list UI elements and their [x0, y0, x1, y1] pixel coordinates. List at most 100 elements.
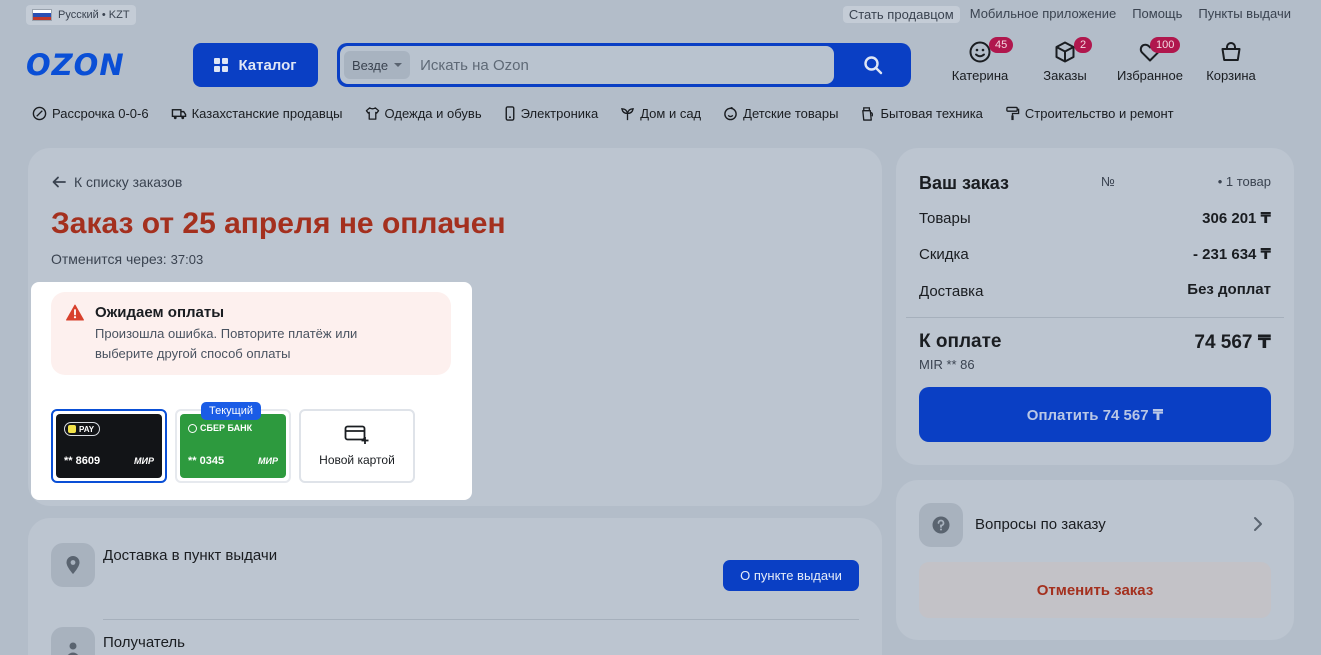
cart-label: Корзина — [1206, 68, 1256, 83]
flag-icon — [32, 9, 52, 21]
payment-card-sber[interactable]: СБЕР БАНК ** 0345 МИР — [175, 409, 291, 483]
pickup-point-button[interactable]: О пункте выдачи — [723, 560, 859, 591]
back-link-label: К списку заказов — [74, 174, 183, 190]
profile-label: Катерина — [951, 68, 1009, 83]
category-label: Детские товары — [743, 106, 839, 121]
summary-row-value: Без доплат — [1187, 281, 1271, 298]
kettle-icon — [862, 107, 874, 121]
favorites-badge: 100 — [1150, 37, 1181, 53]
summary-row-label: Доставка — [919, 283, 984, 300]
new-card-label: Новой картой — [319, 453, 395, 467]
category-appliances[interactable]: Бытовая техника — [860, 106, 983, 121]
profile-button[interactable]: 45 Катерина — [940, 37, 1020, 83]
question-icon — [919, 503, 963, 547]
mir-logo: МИР — [134, 456, 154, 466]
user-icon — [51, 627, 95, 655]
mir-logo: МИР — [258, 456, 278, 466]
category-kids[interactable]: Детские товары — [723, 106, 838, 121]
summary-row-label: Товары — [919, 210, 971, 227]
truck-icon — [171, 109, 186, 120]
category-label: Бытовая техника — [880, 106, 983, 121]
smile-icon — [724, 107, 737, 121]
category-construction[interactable]: Строительство и ремонт — [1005, 106, 1174, 121]
search-icon — [864, 56, 883, 75]
divider — [103, 619, 859, 620]
payment-card-ozon-pay[interactable]: PAY ** 8609 МИР — [51, 409, 167, 483]
language-label: Русский • KZT — [58, 9, 130, 21]
shirt-icon — [365, 107, 379, 120]
ozon-pay-logo: PAY — [64, 422, 101, 436]
cancel-order-button[interactable]: Отменить заказ — [919, 562, 1271, 618]
search-input[interactable] — [420, 56, 801, 74]
chevron-down-icon — [394, 63, 403, 67]
category-home-garden[interactable]: Дом и сад — [620, 106, 701, 121]
ozon-logo[interactable]: OZON — [26, 48, 125, 82]
category-clothes[interactable]: Одежда и обувь — [365, 106, 482, 121]
search-scope-dropdown[interactable]: Везде — [344, 51, 411, 79]
category-label: Казахстанские продавцы — [191, 106, 343, 121]
search-scope-label: Везде — [352, 57, 389, 73]
card-number: ** 0345 — [188, 455, 225, 467]
chevron-right-icon — [1254, 517, 1262, 531]
page-title: Заказ от 25 апреля не оплачен — [51, 207, 506, 240]
summary-row-label: Скидка — [919, 246, 969, 263]
cart-icon — [1221, 42, 1241, 61]
sber-logo: СБЕР БАНК — [188, 423, 252, 433]
payment-method: MIR ** 86 — [919, 357, 975, 372]
mobile-app-link[interactable]: Мобильное приложение — [970, 6, 1116, 23]
grid-icon — [214, 58, 229, 72]
total-label: К оплате — [919, 331, 1002, 352]
card-number: ** 8609 — [64, 455, 101, 467]
warning-title: Ожидаем оплаты — [95, 304, 225, 321]
favorites-label: Избранное — [1117, 68, 1183, 83]
recipient-title: Получатель — [103, 634, 185, 651]
favorites-button[interactable]: 100 Избранное — [1110, 37, 1190, 83]
pay-button[interactable]: Оплатить 74 567 ₸ — [919, 387, 1271, 442]
order-questions-label: Вопросы по заказу — [975, 516, 1106, 533]
search-bar: Везде — [337, 43, 911, 87]
become-seller-link[interactable]: Стать продавцом — [842, 6, 960, 23]
summary-row-value: - 231 634 ₸ — [1193, 246, 1271, 263]
cancel-timer-value: 37:03 — [170, 252, 204, 267]
back-to-orders-link[interactable]: К списку заказов — [52, 174, 182, 190]
phone-icon — [505, 106, 515, 121]
percent-icon — [32, 106, 47, 121]
catalog-button[interactable]: Каталог — [193, 43, 318, 87]
category-label: Электроника — [520, 106, 599, 121]
pickup-points-link[interactable]: Пункты выдачи — [1198, 6, 1291, 23]
add-card-icon — [344, 425, 369, 444]
item-count: • 1 товар — [1217, 174, 1271, 189]
category-kz-sellers[interactable]: Казахстанские продавцы — [171, 106, 343, 121]
top-links: Стать продавцом Мобильное приложение Пом… — [842, 6, 1291, 23]
category-label: Дом и сад — [640, 106, 702, 121]
orders-badge: 2 — [1074, 37, 1093, 53]
new-card-button[interactable]: Новой картой — [299, 409, 415, 483]
order-number: № — [1101, 174, 1115, 189]
category-nav: Рассрочка 0-0-6 Казахстанские продавцы О… — [32, 106, 1174, 121]
catalog-label: Каталог — [238, 56, 297, 74]
delivery-title: Доставка в пункт выдачи — [103, 547, 278, 564]
language-selector[interactable]: Русский • KZT — [26, 5, 136, 25]
header-actions: 45 Катерина 2 Заказы 100 Избранное Корзи… — [940, 37, 1264, 83]
summary-row-value: 306 201 ₸ — [1202, 210, 1271, 227]
category-label: Строительство и ремонт — [1024, 106, 1174, 121]
orders-button[interactable]: 2 Заказы — [1032, 37, 1098, 83]
plant-icon — [621, 108, 635, 121]
category-electronics[interactable]: Электроника — [504, 106, 599, 121]
help-link[interactable]: Помощь — [1132, 6, 1182, 23]
summary-title: Ваш заказ — [919, 173, 1009, 193]
top-bar: Русский • KZT Стать продавцом Мобильное … — [0, 0, 1321, 30]
category-label: Рассрочка 0-0-6 — [52, 106, 149, 121]
warning-text: Произошла ошибка. Повторите платёж или в… — [95, 326, 358, 361]
location-pin-icon — [51, 543, 95, 587]
current-card-badge: Текущий — [201, 402, 261, 420]
cart-button[interactable]: Корзина — [1198, 40, 1264, 83]
divider — [906, 317, 1284, 318]
category-installment[interactable]: Рассрочка 0-0-6 — [32, 106, 149, 121]
search-button[interactable] — [835, 43, 911, 87]
orders-label: Заказы — [1043, 68, 1087, 83]
warning-icon — [66, 304, 84, 321]
category-label: Одежда и обувь — [384, 106, 482, 121]
cancel-timer-label: Отменится через: — [51, 251, 167, 267]
arrow-left-icon — [52, 176, 66, 188]
